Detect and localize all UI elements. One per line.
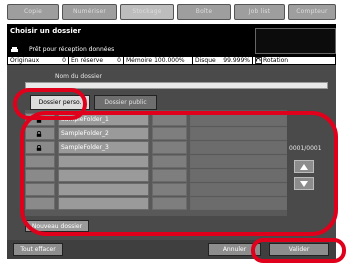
top-tab-label: Stockage (132, 8, 162, 15)
folder-row[interactable] (25, 197, 287, 211)
reserve-value: 0 (117, 57, 121, 64)
lock-cell (25, 127, 55, 140)
memory-cell: Mémoire 100.000% (124, 57, 193, 64)
originals-value: 0 (62, 57, 66, 64)
top-tab-label: Compteur (296, 8, 328, 15)
folder-cell (152, 183, 187, 196)
arrow-down-icon (300, 180, 308, 187)
folder-cell (190, 197, 287, 210)
lock-icon (36, 145, 42, 151)
folder-cell (190, 155, 287, 168)
top-tab-storage[interactable]: Stockage (120, 4, 174, 20)
bottom-bar: Tout effacer Annuler Valider (7, 240, 336, 259)
top-tab-counter[interactable]: Compteur (288, 4, 336, 20)
folder-name: SampleFolder_1 (58, 113, 149, 126)
lock-cell (25, 155, 55, 168)
rotation-cell[interactable]: Rotation (253, 57, 305, 64)
folder-row[interactable]: SampleFolder_2 (25, 127, 287, 141)
folder-name (58, 155, 149, 168)
disk-label: Disque (195, 57, 216, 64)
message-panel (255, 28, 336, 54)
folder-row[interactable] (25, 155, 287, 169)
scroll-down-button[interactable] (294, 177, 314, 190)
printer-icon (11, 47, 18, 52)
folder-name (58, 183, 149, 196)
folder-cell (190, 113, 287, 126)
folder-name (58, 169, 149, 182)
lock-cell (25, 169, 55, 182)
reserve-cell: En réserve 0 (69, 57, 124, 64)
rotation-label: Rotation (263, 57, 289, 64)
folder-row[interactable]: SampleFolder_3 (25, 141, 287, 155)
folder-cell (152, 155, 187, 168)
folder-cell (152, 113, 187, 126)
scroll-up-button[interactable] (294, 160, 314, 173)
lock-cell (25, 183, 55, 196)
folder-cell (190, 169, 287, 182)
tab-public-folder[interactable]: Dossier public (94, 95, 157, 110)
memory-value: 100.000% (154, 57, 185, 64)
top-tab-job-list[interactable]: Job list (234, 4, 285, 20)
folder-row[interactable]: SampleFolder_1 (25, 113, 287, 127)
reserve-label: En réserve (71, 57, 104, 64)
folder-name: SampleFolder_3 (58, 141, 149, 154)
originals-label: Originaux (10, 57, 40, 64)
folder-cell (152, 197, 187, 210)
arrow-up-icon (300, 163, 308, 170)
disk-cell: Disque 99.999% (193, 57, 253, 64)
cancel-button[interactable]: Annuler (208, 243, 261, 256)
top-tab-scan[interactable]: Numériser (62, 4, 117, 20)
page-counter: 0001/0001 (289, 145, 322, 152)
top-tab-label: Copie (23, 8, 43, 15)
top-tab-label: Numériser (72, 8, 107, 15)
screen: Copie Numériser Stockage Boîte Job list … (0, 0, 346, 263)
top-tab-copy[interactable]: Copie (7, 4, 59, 20)
folder-cell (152, 127, 187, 140)
originals-cell: Originaux 0 (8, 57, 69, 64)
clear-all-button[interactable]: Tout effacer (13, 243, 63, 256)
folder-name: SampleFolder_2 (58, 127, 149, 140)
folder-list: SampleFolder_1 SampleFolder_2 SampleFold… (25, 110, 287, 216)
lock-cell (25, 141, 55, 154)
tab-personal-folder[interactable]: Dossier perso. (30, 95, 90, 110)
header: Choisir un dossier Prêt pour réception d… (7, 24, 336, 56)
disk-value: 99.999% (223, 57, 250, 64)
folder-cell (152, 169, 187, 182)
memory-label: Mémoire (126, 57, 153, 64)
validate-button[interactable]: Valider (269, 243, 329, 256)
top-tab-label: Job list (248, 8, 271, 15)
page-title: Choisir un dossier (10, 27, 81, 35)
top-tab-label: Boîte (195, 8, 213, 15)
lock-icon (36, 131, 42, 137)
folder-name-label: Nom du dossier (55, 73, 102, 80)
folder-cell (190, 183, 287, 196)
folder-name-field[interactable] (25, 82, 328, 89)
lock-cell (25, 197, 55, 210)
lock-cell (25, 113, 55, 126)
lock-icon (36, 117, 42, 123)
new-folder-button[interactable]: Nouveau dossier (25, 220, 89, 232)
folder-cell (190, 127, 287, 140)
folder-row[interactable] (25, 169, 287, 183)
folder-panel: Nom du dossier Dossier perso. Dossier pu… (7, 65, 336, 240)
folder-cell (190, 141, 287, 154)
rotation-icon (255, 57, 262, 64)
folder-row[interactable] (25, 183, 287, 197)
status-bar: Originaux 0 En réserve 0 Mémoire 100.000… (7, 56, 336, 65)
machine-status: Prêt pour réception données (29, 46, 115, 53)
folder-name (58, 197, 149, 210)
top-tab-box[interactable]: Boîte (177, 4, 231, 20)
folder-cell (152, 141, 187, 154)
